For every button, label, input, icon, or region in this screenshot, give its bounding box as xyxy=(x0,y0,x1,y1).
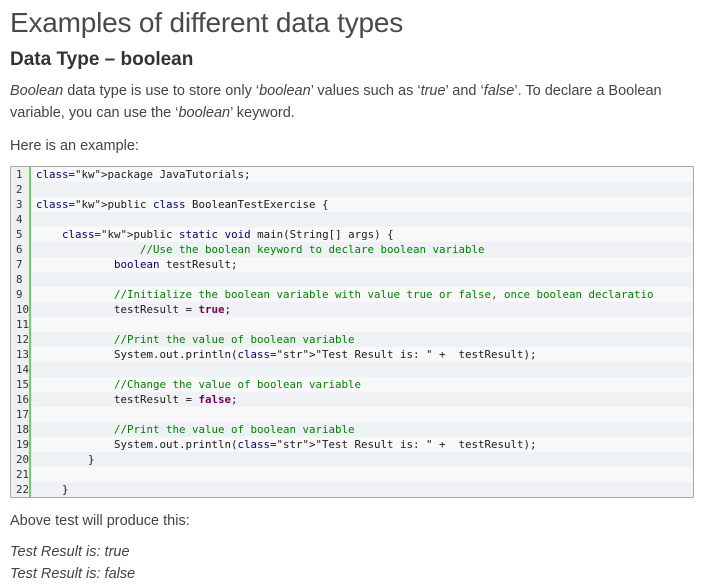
code-line: 2 xyxy=(11,182,693,197)
code-text: class="kw">public class BooleanTestExerc… xyxy=(36,198,329,211)
line-number: 9 xyxy=(11,287,31,302)
intro-em-2: boolean xyxy=(259,83,311,99)
example-intro: Here is an example: xyxy=(10,138,139,154)
line-number: 14 xyxy=(11,362,31,377)
page-title: Examples of different data types xyxy=(10,7,404,38)
output-line: Test Result is: false xyxy=(10,566,136,582)
line-number: 22 xyxy=(11,482,31,497)
line-number: 15 xyxy=(11,377,31,392)
line-number: 12 xyxy=(11,332,31,347)
code-text: testResult = false; xyxy=(36,393,238,406)
line-number: 5 xyxy=(11,227,31,242)
code-text: class="kw">public static void main(Strin… xyxy=(62,228,394,241)
section-title: Data Type – boolean xyxy=(10,49,194,70)
code-line: 1 class="kw">package JavaTutorials; xyxy=(11,167,693,182)
line-number: 2 xyxy=(11,182,31,197)
line-number: 4 xyxy=(11,212,31,227)
intro-em-3: true xyxy=(420,83,446,99)
code-line: 12 //Print the value of boolean variable xyxy=(11,332,693,347)
code-text: //Change the value of boolean variable xyxy=(36,378,362,391)
article-content: Examples of different data types Data Ty… xyxy=(10,0,700,157)
line-number: 6 xyxy=(11,242,31,257)
code-line: 20 } xyxy=(11,452,693,467)
code-line: 19 System.out.println(class="str">"Test … xyxy=(11,437,693,452)
code-line: 3 class="kw">public class BooleanTestExer… xyxy=(11,197,693,212)
code-line: 13 System.out.println(class="str">"Test … xyxy=(11,347,693,362)
intro-text-1: data type is use to store only ‘ xyxy=(63,83,260,99)
intro-text-2: ’ values such as ‘ xyxy=(310,83,421,99)
line-number: 8 xyxy=(11,272,31,287)
code-line: 21 xyxy=(11,467,693,482)
code-text: //Print the value of boolean variable xyxy=(36,333,355,346)
code-text: //Print the value of boolean variable xyxy=(36,423,355,436)
line-number: 13 xyxy=(11,347,31,362)
line-number: 19 xyxy=(11,437,31,452)
line-number: 18 xyxy=(11,422,31,437)
code-line: 22 } xyxy=(11,482,693,497)
code-text: //Initialize the boolean variable with v… xyxy=(36,288,654,301)
output-intro: Above test will produce this: xyxy=(10,513,190,529)
code-line: 15 //Change the value of boolean variabl… xyxy=(11,377,693,392)
line-number: 10 xyxy=(11,302,31,317)
line-number: 20 xyxy=(11,452,31,467)
intro-text-3: ’ and ‘ xyxy=(445,83,484,99)
code-line: 7 boolean testResult; xyxy=(11,257,693,272)
intro-em-1: Boolean xyxy=(10,83,64,99)
line-number: 7 xyxy=(11,257,31,272)
code-text: System.out.println(class="str">"Test Res… xyxy=(36,438,537,451)
output-line: Test Result is: true xyxy=(10,544,130,560)
code-text: class="kw">package JavaTutorials; xyxy=(36,168,251,181)
code-text: System.out.println(class="str">"Test Res… xyxy=(36,348,537,361)
line-number: 3 xyxy=(11,197,31,212)
line-number: 17 xyxy=(11,407,31,422)
code-text: //Use the boolean keyword to declare boo… xyxy=(36,243,485,256)
intro-em-5: boolean xyxy=(178,105,231,121)
line-number: 21 xyxy=(11,467,31,482)
code-line: 16 testResult = false; xyxy=(11,392,693,407)
code-line: 17 xyxy=(11,407,693,422)
line-number: 11 xyxy=(11,317,31,332)
code-text: boolean testResult; xyxy=(114,258,238,271)
code-text: testResult = true; xyxy=(36,303,232,316)
line-number: 1 xyxy=(11,167,31,182)
code-line: 5 class="kw">public static void main(Str… xyxy=(11,227,693,242)
output-section: Above test will produce this: Test Resul… xyxy=(10,510,700,585)
code-text: } xyxy=(36,453,95,466)
code-line: 10 testResult = true; xyxy=(11,302,693,317)
intro-text-5: ’ keyword. xyxy=(230,105,295,121)
code-line: 14 xyxy=(11,362,693,377)
code-line: 9 //Initialize the boolean variable with… xyxy=(11,287,693,302)
code-line: 4 xyxy=(11,212,693,227)
code-text: } xyxy=(36,483,69,496)
code-line: 8 xyxy=(11,272,693,287)
intro-em-4: false xyxy=(483,83,515,99)
line-number: 16 xyxy=(11,392,31,407)
intro-paragraph: Boolean data type is use to store only ‘… xyxy=(10,80,680,124)
code-block: 1 class="kw">package JavaTutorials; 2 3 clas… xyxy=(10,166,694,498)
code-line: 6 //Use the boolean keyword to declare b… xyxy=(11,242,693,257)
code-line: 11 xyxy=(11,317,693,332)
code-line: 18 //Print the value of boolean variable xyxy=(11,422,693,437)
